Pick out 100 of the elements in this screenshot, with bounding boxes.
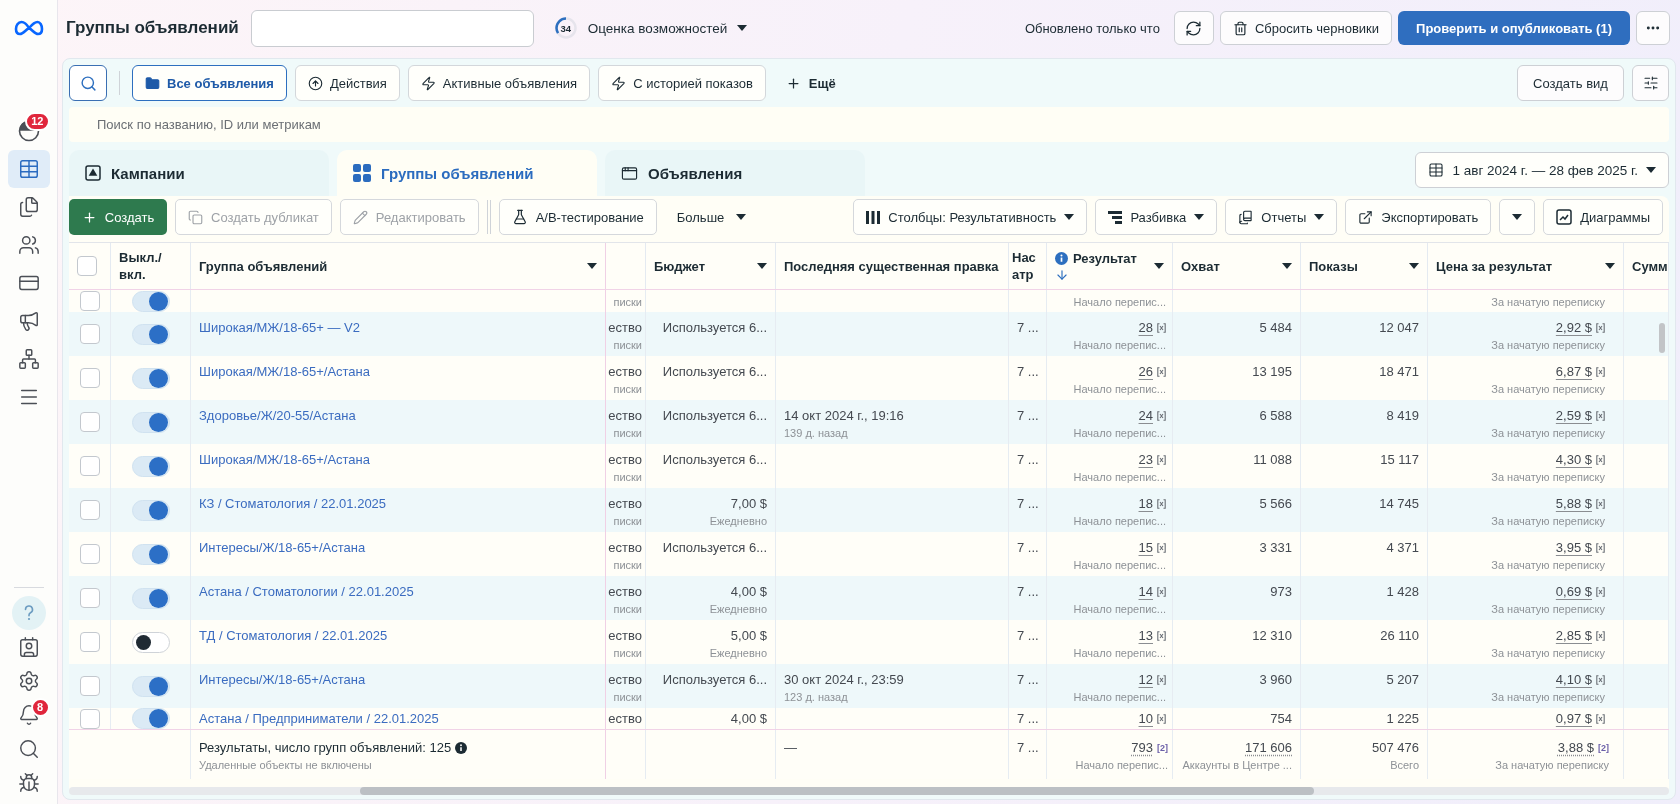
scrollbar-thumb[interactable] [360, 787, 1314, 795]
view-button[interactable]: Действия [294, 65, 400, 101]
toggle-switch[interactable] [131, 290, 170, 312]
breakdown-button[interactable]: Разбивка [1095, 199, 1218, 235]
result-value[interactable]: 14 [1138, 583, 1153, 600]
search-field[interactable]: Поиск по названию, ID или метрикам [69, 107, 1669, 142]
cost-value[interactable]: 2,59 $ [1555, 407, 1592, 424]
toggle-switch[interactable] [131, 543, 170, 565]
toggle-switch[interactable] [131, 499, 170, 521]
column-header[interactable]: Показы [1309, 257, 1358, 275]
view-settings-button[interactable] [1632, 65, 1669, 101]
toggle-switch[interactable] [131, 411, 170, 433]
toggle-switch[interactable] [131, 323, 170, 345]
export-button[interactable]: Экспортировать [1345, 199, 1492, 235]
ad-set-name-link[interactable]: Широкая/МЖ/18-65+/Астана [199, 451, 370, 468]
view-button[interactable]: Активные объявления [407, 65, 591, 101]
column-header[interactable]: Охват [1181, 257, 1220, 275]
cost-value[interactable]: 3,95 $ [1555, 539, 1592, 556]
result-value[interactable]: 793 [1131, 739, 1153, 756]
toggle-switch[interactable] [131, 675, 170, 697]
result-value[interactable]: 15 [1138, 539, 1153, 556]
nav-button[interactable]: 12 [7, 112, 50, 150]
results-summary: Результаты, число групп объявлений: 125 [199, 739, 452, 756]
ad-set-name-link[interactable]: Астана / Предприниматели / 22.01.2025 [199, 710, 439, 727]
checkbox[interactable] [79, 708, 100, 729]
column-header[interactable]: Цена за результат [1436, 257, 1553, 275]
view-button[interactable]: Все объявления [132, 65, 287, 101]
checkbox[interactable] [79, 456, 100, 476]
column-header[interactable]: Результат [1073, 250, 1137, 267]
checkbox[interactable] [79, 368, 100, 388]
toggle-switch[interactable] [131, 631, 170, 653]
cost-value[interactable]: 4,10 $ [1555, 671, 1592, 688]
charts-button[interactable]: Диаграммы [1543, 199, 1663, 235]
checkbox[interactable] [79, 412, 100, 432]
column-header[interactable]: Группа объявлений [199, 257, 328, 275]
column-header[interactable]: Сумм [1632, 257, 1668, 275]
nav-button[interactable] [7, 150, 50, 188]
column-header[interactable]: Нас атр [1012, 249, 1043, 283]
tab[interactable]: Группы объявлений [337, 150, 597, 196]
column-subvalue: писки [613, 514, 642, 528]
column-header[interactable]: Последняя существенная правка [784, 257, 999, 275]
column-header[interactable]: Бюджет [654, 257, 705, 275]
ad-set-name-link[interactable]: Интересы/Ж/18-65+/Астана [199, 539, 366, 556]
nav-button[interactable]: 8 [7, 698, 50, 732]
tab[interactable]: Кампании [69, 150, 329, 196]
export-menu-button[interactable] [1499, 199, 1536, 235]
cost-value[interactable]: 2,85 $ [1555, 627, 1592, 644]
checkbox[interactable] [79, 291, 100, 311]
toggle-switch[interactable] [131, 708, 170, 729]
cost-value[interactable]: 5,88 $ [1555, 495, 1592, 512]
create-button[interactable]: Создать [69, 199, 167, 235]
score-dropdown[interactable]: Оценка возможностей [587, 20, 748, 36]
cost-value[interactable]: 4,30 $ [1555, 451, 1592, 468]
ad-set-name-link[interactable]: Астана / Стоматологии / 22.01.2025 [199, 583, 414, 600]
column-header[interactable]: Выкл./ вкл. [119, 249, 182, 283]
toggle-switch[interactable] [131, 455, 170, 477]
create-view-button[interactable]: Создать вид [1517, 65, 1624, 101]
result-value[interactable]: 10 [1138, 710, 1153, 727]
checkbox[interactable] [79, 588, 100, 608]
ad-set-name-link[interactable]: Здоровье/Ж/20-55/Астана [199, 407, 356, 424]
ad-set-name-link[interactable]: Широкая/МЖ/18-65+/Астана [199, 363, 370, 380]
ad-set-name-link[interactable]: КЗ / Стоматология / 22.01.2025 [199, 495, 387, 512]
tab[interactable]: Объявления [605, 150, 865, 196]
result-value[interactable]: 26 [1138, 363, 1153, 380]
checkbox[interactable] [79, 544, 100, 564]
checkbox[interactable] [79, 632, 100, 652]
columns-button[interactable]: Столбцы: Результативность [853, 199, 1088, 235]
ad-set-name-link[interactable]: Интересы/Ж/18-65+/Астана [199, 671, 366, 688]
result-value[interactable]: 12 [1138, 671, 1153, 688]
result-value[interactable]: 18 [1138, 495, 1153, 512]
cost-value[interactable]: 6,87 $ [1555, 363, 1592, 380]
select-all-checkbox[interactable] [77, 256, 97, 276]
more-views-button[interactable]: Ещё [773, 65, 848, 101]
result-value[interactable]: 24 [1138, 407, 1153, 424]
reach-value[interactable]: 171 606 [1245, 739, 1292, 756]
toggle-switch[interactable] [131, 587, 170, 609]
scrollbar-thumb[interactable] [1659, 323, 1665, 353]
result-value[interactable]: 23 [1138, 451, 1153, 468]
checkbox[interactable] [79, 500, 100, 520]
name-field[interactable] [250, 9, 534, 47]
search-button[interactable] [69, 65, 107, 101]
ad-set-name-link[interactable]: ТД / Стоматология / 22.01.2025 [199, 627, 388, 644]
more-button[interactable]: Больше [664, 199, 759, 235]
refresh-button[interactable] [1173, 11, 1214, 45]
ab-test-button[interactable]: A/B-тестирование [498, 199, 657, 235]
cost-value[interactable]: 2,92 $ [1555, 319, 1592, 336]
ad-set-name-link[interactable]: Широкая/МЖ/18-65+ — V2 [199, 319, 360, 336]
view-button[interactable]: С историей показов [598, 65, 766, 101]
publish-button[interactable]: Проверить и опубликовать (1) [1398, 11, 1630, 45]
result-value[interactable]: 13 [1138, 627, 1153, 644]
toggle-switch[interactable] [131, 367, 170, 389]
checkbox[interactable] [79, 676, 100, 696]
checkbox[interactable] [79, 324, 100, 344]
date-range-button[interactable]: 1 авг 2024 г. — 28 фев 2025 г. [1415, 152, 1669, 188]
result-value[interactable]: 28 [1138, 319, 1153, 336]
reports-button[interactable]: Отчеты [1225, 199, 1338, 235]
cost-value[interactable]: 3,88 $ [1557, 739, 1594, 756]
cost-value[interactable]: 0,97 $ [1555, 710, 1592, 727]
cost-value[interactable]: 0,69 $ [1555, 583, 1592, 600]
reset-drafts-button[interactable]: Сбросить черновики [1219, 11, 1393, 45]
